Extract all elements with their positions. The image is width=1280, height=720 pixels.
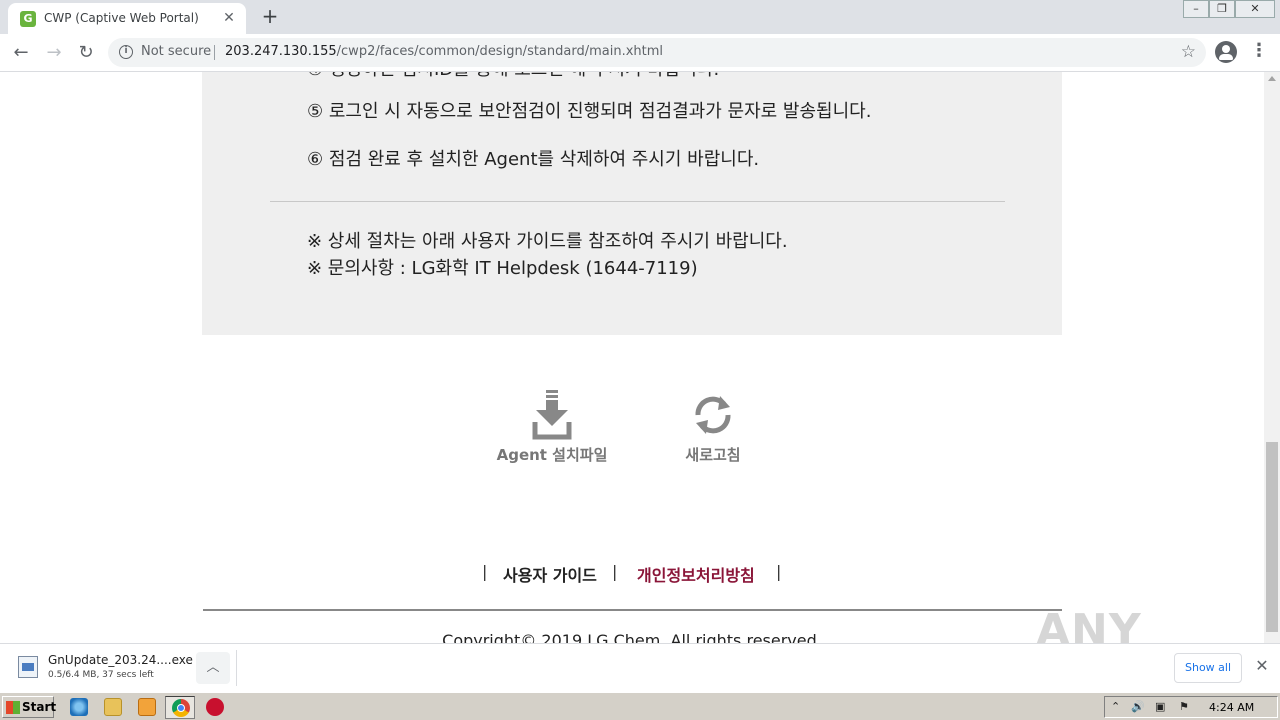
network-icon[interactable]: ▣ <box>1155 700 1165 713</box>
privacy-policy-link[interactable]: 개인정보처리방침 <box>637 562 755 586</box>
download-filename[interactable]: GnUpdate_203.24....exe <box>48 653 193 667</box>
footer-separator: | <box>612 562 618 581</box>
address-bar[interactable]: i Not secure 203.247.130.155/cwp2/faces/… <box>108 38 1206 67</box>
shelf-divider <box>236 650 237 686</box>
security-status[interactable]: Not secure <box>141 44 211 59</box>
minimize-window-button[interactable]: – <box>1183 0 1209 18</box>
info-icon[interactable]: i <box>119 45 133 59</box>
kebab-menu-icon[interactable]: ⋮ <box>1250 41 1268 63</box>
media-player-icon[interactable] <box>138 698 156 716</box>
windows-logo-icon <box>6 701 20 714</box>
refresh-label: 새로고침 <box>685 446 741 464</box>
bookmark-star-icon[interactable]: ☆ <box>1181 42 1196 62</box>
new-tab-button[interactable]: + <box>258 5 282 29</box>
url-path: /cwp2/faces/common/design/standard/main.… <box>336 44 664 59</box>
tab-title: CWP (Captive Web Portal) <box>44 11 199 25</box>
chrome-taskbar-button[interactable] <box>165 696 195 719</box>
executable-file-icon <box>18 656 38 678</box>
action-center-flag-icon[interactable]: ⚑ <box>1179 700 1189 713</box>
close-shelf-icon[interactable]: ✕ <box>1252 656 1272 676</box>
download-progress: 0.5/6.4 MB, 37 secs left <box>48 670 154 680</box>
footer-separator: | <box>776 562 782 581</box>
instructions-panel: ④ 생성하신 임시ID를 통해 로그인 해 주시기 바랍니다. ⑤ 로그인 시 … <box>202 72 1062 335</box>
helpdesk-note: ※ 문의사항 : LG화학 IT Helpdesk (1644-7119) <box>307 258 698 279</box>
account-icon[interactable] <box>1215 41 1237 63</box>
site-favicon-icon: G <box>20 11 36 27</box>
start-button[interactable]: Start <box>2 696 57 718</box>
footer-links: | 사용자 가이드 | 개인정보처리방침 | <box>202 562 1062 586</box>
forward-arrow-icon[interactable]: → <box>41 40 67 66</box>
copyright-text: Copyright© 2019 LG Chem. All rights rese… <box>442 631 822 643</box>
tab-strip: G CWP (Captive Web Portal) ✕ + – ❐ ✕ <box>0 0 1280 34</box>
browser-tab[interactable]: G CWP (Captive Web Portal) ✕ <box>8 3 246 34</box>
show-all-button[interactable]: Show all <box>1174 653 1242 683</box>
guide-note: ※ 상세 절차는 아래 사용자 가이드를 참조하여 주시기 바랍니다. <box>307 231 788 252</box>
agent-download-label: Agent 설치파일 <box>496 446 608 464</box>
download-shelf: GnUpdate_203.24....exe 0.5/6.4 MB, 37 se… <box>0 643 1280 692</box>
scroll-up-arrow-icon[interactable] <box>1268 76 1276 81</box>
taskbar-clock[interactable]: 4:24 AM <box>1209 701 1254 714</box>
url-text[interactable]: 203.247.130.155/cwp2/faces/common/design… <box>225 44 663 59</box>
footer-divider <box>203 609 1062 611</box>
start-label: Start <box>22 700 57 714</box>
alert-app-icon[interactable] <box>206 698 224 716</box>
instruction-step-6: ⑥ 점검 완료 후 설치한 Agent를 삭제하여 주시기 바랍니다. <box>307 149 760 170</box>
omnibox-divider <box>214 45 215 60</box>
folder-icon[interactable] <box>104 698 122 716</box>
system-tray: ⌃ 🔊 ▣ ⚑ 4:24 AM <box>1104 696 1278 718</box>
scrollbar-thumb[interactable] <box>1266 442 1278 632</box>
volume-icon[interactable]: 🔊 <box>1131 700 1145 713</box>
page-viewport: ④ 생성하신 임시ID를 통해 로그인 해 주시기 바랍니다. ⑤ 로그인 시 … <box>0 72 1264 643</box>
browser-toolbar: ← → ↻ i Not secure 203.247.130.155/cwp2/… <box>0 34 1280 72</box>
page-scrollbar[interactable] <box>1264 72 1280 643</box>
back-arrow-icon[interactable]: ← <box>8 40 34 66</box>
restore-window-button[interactable]: ❐ <box>1209 0 1235 18</box>
internet-explorer-icon[interactable] <box>70 698 88 716</box>
close-window-button[interactable]: ✕ <box>1235 0 1275 18</box>
agent-download-button[interactable]: Agent 설치파일 <box>482 390 622 470</box>
tab-close-icon[interactable]: ✕ <box>220 9 238 27</box>
user-guide-link[interactable]: 사용자 가이드 <box>503 562 597 586</box>
chrome-icon <box>172 699 190 717</box>
instruction-step-4: ④ 생성하신 임시ID를 통해 로그인 해 주시기 바랍니다. <box>307 72 719 81</box>
url-host: 203.247.130.155 <box>225 44 337 59</box>
download-icon <box>532 390 572 440</box>
refresh-icon <box>695 396 731 434</box>
footer-separator: | <box>482 562 488 581</box>
tray-expand-icon[interactable]: ⌃ <box>1111 700 1120 713</box>
panel-divider <box>270 201 1005 202</box>
refresh-button[interactable]: 새로고침 <box>643 390 783 470</box>
instruction-step-5: ⑤ 로그인 시 자동으로 보안점검이 진행되며 점검결과가 문자로 발송됩니다. <box>307 101 872 122</box>
reload-icon[interactable]: ↻ <box>73 40 99 66</box>
chevron-up-icon[interactable]: ︿ <box>196 652 230 684</box>
windows-taskbar: Start ⌃ 🔊 ▣ ⚑ 4:24 AM <box>0 692 1280 720</box>
